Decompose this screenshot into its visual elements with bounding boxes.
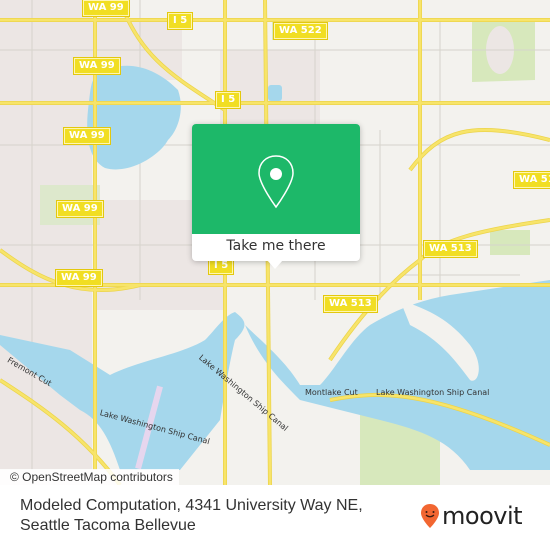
- route-shield-wa513: WA 513: [513, 171, 550, 189]
- address-line-1: Modeled Computation, 4341 University Way…: [20, 497, 363, 514]
- map-pin-icon: [258, 155, 294, 209]
- route-shield-i5: I 5: [214, 91, 242, 109]
- moovit-logo[interactable]: moovit: [420, 502, 523, 530]
- route-shield-wa99: WA 99: [82, 0, 130, 17]
- route-shield-i5: I 5: [166, 12, 194, 30]
- route-shield-wa99: WA 99: [56, 200, 104, 218]
- location-popup: Take me there: [192, 124, 360, 269]
- water-label-ship-canal: Lake Washington Ship Canal: [376, 388, 490, 397]
- route-shield-wa522: WA 522: [273, 22, 328, 40]
- route-shield-wa99: WA 99: [63, 127, 111, 145]
- route-shield-wa99: WA 99: [73, 57, 121, 75]
- popup-pointer: [267, 260, 283, 269]
- green-lake: [87, 65, 181, 170]
- water-label-montlake-cut: Montlake Cut: [305, 388, 358, 397]
- park: [490, 230, 530, 255]
- pond: [268, 85, 282, 101]
- route-shield-wa99: WA 99: [55, 269, 103, 287]
- popup-header: [192, 124, 360, 234]
- route-shield-wa513: WA 513: [423, 240, 478, 258]
- map-attribution[interactable]: © OpenStreetMap contributors: [0, 469, 179, 485]
- address: Modeled Computation, 4341 University Way…: [20, 496, 363, 536]
- address-line-2: Seattle Tacoma Bellevue: [20, 517, 196, 534]
- take-me-there-button[interactable]: Take me there: [192, 234, 360, 261]
- route-shield-wa513: WA 513: [323, 295, 378, 313]
- moovit-pin-icon: [421, 504, 439, 528]
- brand-name: moovit: [442, 502, 523, 530]
